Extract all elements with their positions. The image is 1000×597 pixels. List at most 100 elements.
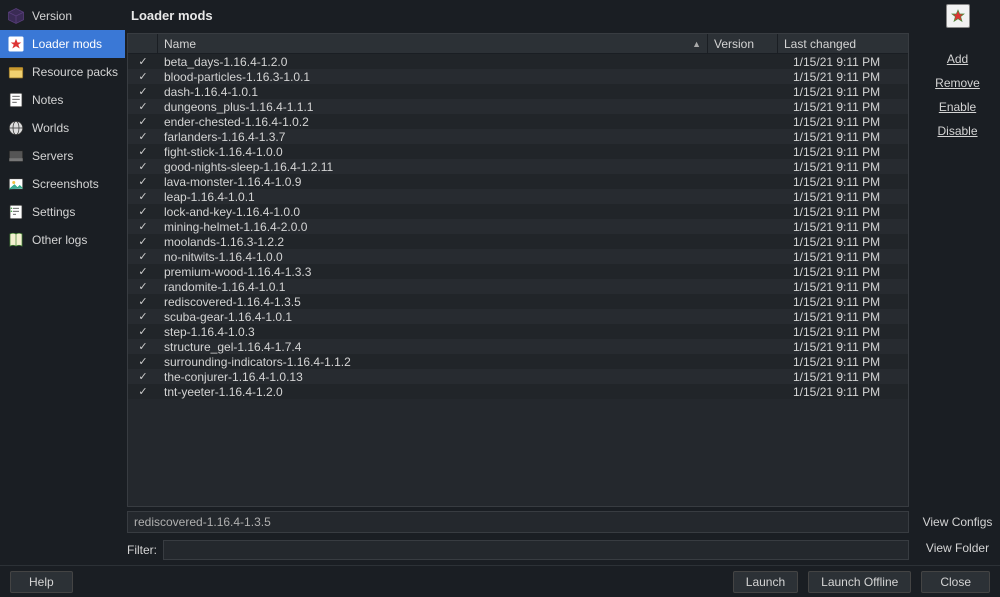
add-action[interactable]: Add: [947, 48, 968, 70]
launch-offline-button[interactable]: Launch Offline: [808, 571, 911, 593]
disable-action[interactable]: Disable: [937, 120, 977, 142]
table-row[interactable]: ✓fight-stick-1.16.4-1.0.01/15/21 9:11 PM: [128, 144, 908, 159]
remove-action[interactable]: Remove: [935, 72, 980, 94]
column-check[interactable]: [128, 34, 158, 53]
row-check-icon: ✓: [128, 340, 158, 353]
row-check-icon: ✓: [128, 295, 158, 308]
table-row[interactable]: ✓beta_days-1.16.4-1.2.01/15/21 9:11 PM: [128, 54, 908, 69]
row-name: ender-chested-1.16.4-1.0.2: [158, 115, 723, 129]
row-name: scuba-gear-1.16.4-1.0.1: [158, 310, 723, 324]
table-row[interactable]: ✓moolands-1.16.3-1.2.21/15/21 9:11 PM: [128, 234, 908, 249]
sidebar-item-version[interactable]: Version: [0, 2, 125, 30]
table-row[interactable]: ✓leap-1.16.4-1.0.11/15/21 9:11 PM: [128, 189, 908, 204]
sidebar-item-worlds[interactable]: Worlds: [0, 114, 125, 142]
view-configs-action[interactable]: View Configs: [923, 511, 993, 533]
table-header: Name ▲ Version Last changed: [128, 34, 908, 54]
filter-input[interactable]: [163, 540, 909, 560]
row-last-changed: 1/15/21 9:11 PM: [793, 280, 908, 294]
column-last-changed[interactable]: Last changed: [778, 34, 893, 53]
table-row[interactable]: ✓dash-1.16.4-1.0.11/15/21 9:11 PM: [128, 84, 908, 99]
table-row[interactable]: ✓tnt-yeeter-1.16.4-1.2.0 1/15/21 9:11 PM: [128, 384, 908, 399]
book-icon: [6, 230, 26, 250]
row-check-icon: ✓: [128, 280, 158, 293]
row-last-changed: 1/15/21 9:11 PM: [793, 340, 908, 354]
column-version-label: Version: [714, 37, 754, 51]
row-check-icon: ✓: [128, 85, 158, 98]
table-row[interactable]: ✓scuba-gear-1.16.4-1.0.11/15/21 9:11 PM: [128, 309, 908, 324]
table-row[interactable]: ✓rediscovered-1.16.4-1.3.51/15/21 9:11 P…: [128, 294, 908, 309]
row-name: surrounding-indicators-1.16.4-1.1.2: [158, 355, 723, 369]
cube-icon: [6, 6, 26, 26]
sidebar-item-servers[interactable]: Servers: [0, 142, 125, 170]
enable-action[interactable]: Enable: [939, 96, 976, 118]
row-last-changed: 1/15/21 9:11 PM: [793, 265, 908, 279]
table-row[interactable]: ✓dungeons_plus-1.16.4-1.1.11/15/21 9:11 …: [128, 99, 908, 114]
row-last-changed: 1/15/21 9:11 PM: [793, 100, 908, 114]
table-body[interactable]: ✓beta_days-1.16.4-1.2.01/15/21 9:11 PM✓b…: [128, 54, 908, 506]
sidebar-item-other-logs[interactable]: Other logs: [0, 226, 125, 254]
row-check-icon: ✓: [128, 205, 158, 218]
table-row[interactable]: ✓mining-helmet-1.16.4-2.0.01/15/21 9:11 …: [128, 219, 908, 234]
row-last-changed: 1/15/21 9:11 PM: [793, 235, 908, 249]
row-name: structure_gel-1.16.4-1.7.4: [158, 340, 723, 354]
row-last-changed: 1/15/21 9:11 PM: [793, 310, 908, 324]
table-row[interactable]: ✓farlanders-1.16.4-1.3.71/15/21 9:11 PM: [128, 129, 908, 144]
view-folder-action[interactable]: View Folder: [926, 537, 989, 559]
row-last-changed: 1/15/21 9:11 PM: [793, 385, 908, 399]
row-last-changed: 1/15/21 9:11 PM: [793, 220, 908, 234]
table-row[interactable]: ✓structure_gel-1.16.4-1.7.4 1/15/21 9:11 …: [128, 339, 908, 354]
row-name: lock-and-key-1.16.4-1.0.0: [158, 205, 723, 219]
row-check-icon: ✓: [128, 220, 158, 233]
row-name: step-1.16.4-1.0.3: [158, 325, 723, 339]
row-last-changed: 1/15/21 9:11 PM: [793, 160, 908, 174]
table-row[interactable]: ✓ender-chested-1.16.4-1.0.21/15/21 9:11 …: [128, 114, 908, 129]
column-version[interactable]: Version: [708, 34, 778, 53]
column-name[interactable]: Name ▲: [158, 34, 708, 53]
table-row[interactable]: ✓no-nitwits-1.16.4-1.0.01/15/21 9:11 PM: [128, 249, 908, 264]
table-row[interactable]: ✓randomite-1.16.4-1.0.11/15/21 9:11 PM: [128, 279, 908, 294]
row-last-changed: 1/15/21 9:11 PM: [793, 55, 908, 69]
table-row[interactable]: ✓good-nights-sleep-1.16.4-1.2.111/15/21 …: [128, 159, 908, 174]
table-row[interactable]: ✓blood-particles-1.16.3-1.0.11/15/21 9:1…: [128, 69, 908, 84]
row-last-changed: 1/15/21 9:11 PM: [793, 205, 908, 219]
sidebar-item-label: Settings: [32, 205, 75, 219]
sidebar-item-label: Version: [32, 9, 72, 23]
server-icon: [6, 146, 26, 166]
table-row[interactable]: ✓step-1.16.4-1.0.31/15/21 9:11 PM: [128, 324, 908, 339]
table-row[interactable]: ✓lava-monster-1.16.4-1.0.91/15/21 9:11 P…: [128, 174, 908, 189]
row-check-icon: ✓: [128, 115, 158, 128]
sidebar-item-loader-mods[interactable]: Loader mods: [0, 30, 125, 58]
row-check-icon: ✓: [128, 265, 158, 278]
row-check-icon: ✓: [128, 70, 158, 83]
row-check-icon: ✓: [128, 100, 158, 113]
row-last-changed: 1/15/21 9:11 PM: [793, 325, 908, 339]
help-button[interactable]: Help: [10, 571, 73, 593]
row-last-changed: 1/15/21 9:11 PM: [793, 295, 908, 309]
row-name: beta_days-1.16.4-1.2.0: [158, 55, 723, 69]
row-name: tnt-yeeter-1.16.4-1.2.0: [158, 385, 723, 399]
notes-icon: [6, 90, 26, 110]
table-row[interactable]: ✓lock-and-key-1.16.4-1.0.0 1/15/21 9:11 P…: [128, 204, 908, 219]
sidebar: Version Loader mods Resource packs Notes…: [0, 0, 125, 565]
launch-button[interactable]: Launch: [733, 571, 798, 593]
star-icon: [6, 34, 26, 54]
row-name: no-nitwits-1.16.4-1.0.0: [158, 250, 723, 264]
sidebar-item-label: Other logs: [32, 233, 87, 247]
sidebar-item-notes[interactable]: Notes: [0, 86, 125, 114]
sidebar-item-resource-packs[interactable]: Resource packs: [0, 58, 125, 86]
content-area: Loader mods Name ▲ Version Last changed …: [125, 0, 915, 565]
row-name: farlanders-1.16.4-1.3.7: [158, 130, 723, 144]
sidebar-item-settings[interactable]: Settings: [0, 198, 125, 226]
row-check-icon: ✓: [128, 385, 158, 398]
row-check-icon: ✓: [128, 370, 158, 383]
row-check-icon: ✓: [128, 145, 158, 158]
table-row[interactable]: ✓the-conjurer-1.16.4-1.0.131/15/21 9:11 …: [128, 369, 908, 384]
globe-icon: [6, 118, 26, 138]
table-row[interactable]: ✓premium-wood-1.16.4-1.3.31/15/21 9:11 P…: [128, 264, 908, 279]
sidebar-item-screenshots[interactable]: Screenshots: [0, 170, 125, 198]
star-button[interactable]: [946, 4, 970, 28]
sort-asc-icon: ▲: [692, 39, 701, 49]
table-row[interactable]: ✓surrounding-indicators-1.16.4-1.1.21/15…: [128, 354, 908, 369]
close-button[interactable]: Close: [921, 571, 990, 593]
image-icon: [6, 174, 26, 194]
